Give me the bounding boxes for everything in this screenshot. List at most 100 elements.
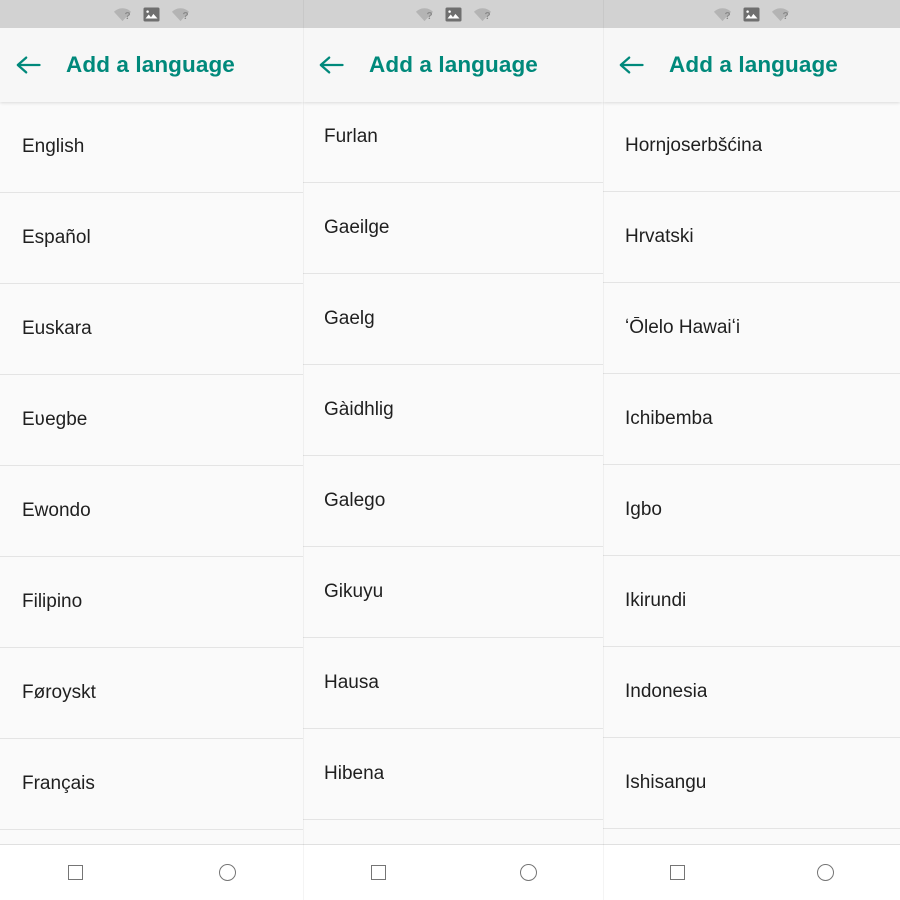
device-screenshot-panel-1: ? ? Add a language English Español Euska…: [0, 0, 303, 900]
image-icon: [443, 5, 463, 23]
recents-button[interactable]: [348, 845, 408, 900]
language-name: Hornjoserbšćina: [625, 134, 763, 156]
list-item[interactable]: Ishisangu: [603, 738, 900, 829]
recents-button[interactable]: [647, 845, 707, 900]
circle-icon: [817, 864, 835, 881]
language-name: Español: [22, 226, 91, 248]
status-bar: ? ?: [0, 0, 303, 28]
home-button[interactable]: [796, 845, 856, 900]
app-bar: Add a language: [0, 28, 303, 102]
list-item[interactable]: [0, 830, 303, 844]
list-item[interactable]: English: [0, 102, 303, 193]
list-item[interactable]: Gaeilge: [303, 183, 603, 274]
list-item[interactable]: Gikuyu: [303, 547, 603, 638]
language-name: Ichibemba: [625, 407, 713, 429]
language-name: Galego: [324, 489, 386, 511]
square-icon: [370, 865, 386, 880]
language-name: Furlan: [324, 125, 378, 147]
system-navigation-bar: [0, 844, 303, 900]
app-bar: Add a language: [303, 28, 603, 102]
language-name: Hausa: [324, 671, 379, 693]
list-item[interactable]: Français: [0, 739, 303, 830]
back-button[interactable]: [0, 28, 58, 102]
system-navigation-bar: [603, 844, 900, 900]
language-name: Hibena: [324, 762, 385, 784]
device-screenshot-panel-2: ? ? Add a language Furlan Gaeilge Gaelg …: [303, 0, 603, 900]
language-name: Føroyskt: [22, 681, 96, 703]
language-name: English: [22, 135, 85, 157]
back-button[interactable]: [603, 28, 661, 102]
device-screenshot-panel-3: ? ? Add a language Hornjoserbšćina Hrvat…: [603, 0, 900, 900]
language-list[interactable]: English Español Euskara Eʋegbe Ewondo Fi…: [0, 102, 303, 844]
list-item[interactable]: Furlan: [303, 102, 603, 183]
list-item[interactable]: Indonesia: [603, 647, 900, 738]
wifi-question-icon: ?: [414, 5, 434, 23]
back-button[interactable]: [303, 28, 361, 102]
list-item[interactable]: Ewondo: [0, 466, 303, 557]
page-title: Add a language: [669, 52, 838, 77]
language-name: Indonesia: [625, 680, 708, 702]
language-name: Filipino: [22, 590, 83, 612]
wifi-question-icon: ?: [171, 5, 191, 23]
wifi-question-icon: ?: [472, 5, 492, 23]
svg-text:?: ?: [183, 11, 189, 22]
list-item[interactable]: Hornjoserbšćina: [603, 102, 900, 192]
list-item[interactable]: [303, 820, 603, 844]
list-item[interactable]: Føroyskt: [0, 648, 303, 739]
list-item[interactable]: Español: [0, 193, 303, 284]
square-icon: [68, 865, 84, 880]
list-item[interactable]: Ichibemba: [603, 374, 900, 465]
app-bar: Add a language: [603, 28, 900, 102]
home-button[interactable]: [197, 845, 257, 900]
language-name: Ewondo: [22, 499, 91, 521]
language-name: Gikuyu: [324, 580, 384, 602]
arrow-left-icon: [618, 53, 646, 77]
wifi-question-icon: ?: [771, 5, 791, 23]
list-item[interactable]: Filipino: [0, 557, 303, 648]
image-icon: [742, 5, 762, 23]
recents-button[interactable]: [46, 845, 106, 900]
circle-icon: [519, 864, 537, 881]
list-item[interactable]: Hrvatski: [603, 192, 900, 283]
page-title: Add a language: [369, 52, 538, 77]
list-item[interactable]: Gaelg: [303, 274, 603, 365]
list-item[interactable]: Gàidhlig: [303, 365, 603, 456]
list-item[interactable]: Euskara: [0, 284, 303, 375]
arrow-left-icon: [15, 53, 43, 77]
list-item[interactable]: Galego: [303, 456, 603, 547]
svg-text:?: ?: [484, 11, 490, 22]
list-item[interactable]: Igbo: [603, 465, 900, 556]
status-bar: ? ?: [603, 0, 900, 28]
circle-icon: [218, 864, 236, 881]
svg-text:?: ?: [783, 11, 789, 22]
language-name: Gàidhlig: [324, 398, 394, 420]
language-name: Français: [22, 772, 95, 794]
language-list[interactable]: Hornjoserbšćina Hrvatski ʻŌlelo Hawaiʻi …: [603, 102, 900, 844]
list-item[interactable]: Eʋegbe: [0, 375, 303, 466]
list-item[interactable]: Hausa: [303, 638, 603, 729]
language-name: Gaelg: [324, 307, 375, 329]
page-title: Add a language: [66, 52, 235, 77]
language-name: Ishisangu: [625, 771, 707, 793]
status-bar: ? ?: [303, 0, 603, 28]
wifi-question-icon: ?: [113, 5, 133, 23]
list-item[interactable]: Ikirundi: [603, 556, 900, 647]
image-icon: [142, 5, 162, 23]
square-icon: [669, 865, 685, 880]
language-list-inner: Furlan Gaeilge Gaelg Gàidhlig Galego Gik…: [303, 102, 603, 844]
language-list[interactable]: Furlan Gaeilge Gaelg Gàidhlig Galego Gik…: [303, 102, 603, 844]
language-list-inner: English Español Euskara Eʋegbe Ewondo Fi…: [0, 102, 303, 844]
list-item[interactable]: ʻŌlelo Hawaiʻi: [603, 283, 900, 374]
arrow-left-icon: [318, 53, 346, 77]
language-name: Euskara: [22, 317, 92, 339]
list-item[interactable]: [603, 829, 900, 844]
system-navigation-bar: [303, 844, 603, 900]
home-button[interactable]: [498, 845, 558, 900]
language-name: ʻŌlelo Hawaiʻi: [625, 316, 741, 338]
wifi-question-icon: ?: [713, 5, 733, 23]
svg-text:?: ?: [725, 11, 731, 22]
svg-text:?: ?: [426, 11, 432, 22]
language-list-inner: Hornjoserbšćina Hrvatski ʻŌlelo Hawaiʻi …: [603, 102, 900, 844]
list-item[interactable]: Hibena: [303, 729, 603, 820]
language-name: Eʋegbe: [22, 408, 88, 430]
